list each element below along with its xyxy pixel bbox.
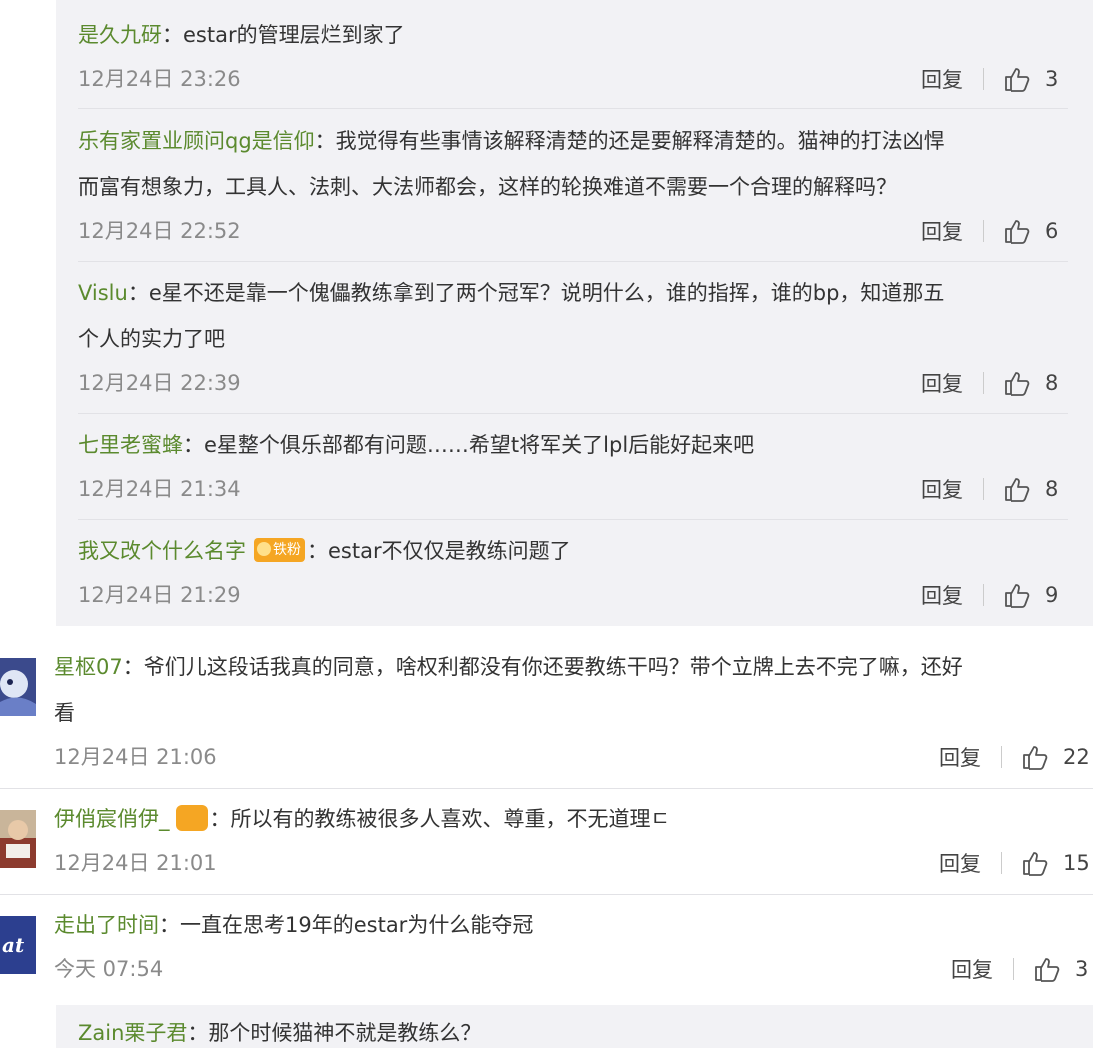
timestamp: 12月24日 22:52: [78, 219, 241, 243]
timestamp: 12月24日 23:26: [78, 67, 241, 91]
reply-button[interactable]: 回复: [921, 474, 963, 504]
like-count: 22: [1063, 745, 1090, 769]
comment-item: 星枢07：爷们儿这段话我真的同意，啥权利都没有你还要教练干吗？带个立牌上去不完了…: [54, 655, 963, 679]
comment-actions: 回复 3: [921, 65, 1058, 93]
timestamp: 12月24日 21:34: [78, 477, 241, 501]
like-count: 3: [1045, 67, 1059, 91]
reply-text: estar的管理层烂到家了: [183, 23, 405, 47]
divider: [983, 220, 984, 242]
reply-item: Vislu：e星不还是靠一个傀儡教练拿到了两个冠军？说明什么，谁的指挥，谁的bp…: [78, 281, 945, 305]
reply-text: e星整个俱乐部都有问题……希望t将军关了lpl后能好起来吧: [204, 433, 755, 457]
comment-actions: 回复 3: [951, 955, 1088, 983]
thumb-up-icon[interactable]: [1003, 217, 1031, 245]
avatar[interactable]: at: [0, 916, 36, 974]
divider: [1001, 852, 1002, 874]
timestamp: 12月24日 21:06: [54, 745, 217, 769]
comment-item: 伊俏宸俏伊_ ：所以有的教练被很多人喜欢、尊重，不无道理ㄷ: [54, 805, 670, 831]
timestamp: 今天 07:54: [54, 957, 164, 981]
comment-text: 一直在思考19年的estar为什么能夺冠: [180, 913, 534, 937]
reply-button[interactable]: 回复: [921, 368, 963, 398]
svg-text:at: at: [2, 933, 25, 957]
reply-item: 是久九砑：estar的管理层烂到家了: [78, 23, 405, 47]
reply-text-continued: 而富有想象力，工具人、法刺、大法师都会，这样的轮换难道不需要一个合理的解释吗？: [78, 175, 897, 199]
divider: [1001, 746, 1002, 768]
crown-icon: [257, 542, 271, 556]
divider: [983, 478, 984, 500]
reply-item: 乐有家置业顾问qg是信仰：我觉得有些事情该解释清楚的还是要解释清楚的。猫神的打法…: [78, 129, 945, 153]
thumb-up-icon[interactable]: [1021, 849, 1049, 877]
like-count: 3: [1075, 957, 1089, 981]
comment-actions: 回复 9: [921, 581, 1058, 609]
like-count: 9: [1045, 583, 1059, 607]
thumb-up-icon[interactable]: [1003, 581, 1031, 609]
username-link[interactable]: 星枢07: [54, 655, 123, 679]
thumb-up-icon[interactable]: [1033, 955, 1061, 983]
comment-actions: 回复 6: [921, 217, 1058, 245]
divider: [983, 584, 984, 606]
username-link[interactable]: 是久九砑: [78, 23, 162, 47]
thumb-up-icon[interactable]: [1003, 369, 1031, 397]
divider: [0, 894, 1093, 895]
reply-item: 七里老蜜蜂：e星整个俱乐部都有问题……希望t将军关了lpl后能好起来吧: [78, 433, 755, 457]
comment-text-continued: 看: [54, 701, 75, 725]
like-count: 15: [1063, 851, 1090, 875]
divider: [983, 68, 984, 90]
comment-actions: 回复 22: [939, 743, 1090, 771]
reply-button[interactable]: 回复: [939, 848, 981, 878]
reply-item: Zain栗子君：那个时候猫神不就是教练么？: [78, 1021, 482, 1045]
reply-text: e星不还是靠一个傀儡教练拿到了两个冠军？说明什么，谁的指挥，谁的bp，知道那五: [148, 281, 945, 305]
comment-item: 走出了时间：一直在思考19年的estar为什么能夺冠: [54, 913, 534, 937]
reply-button[interactable]: 回复: [921, 580, 963, 610]
thumb-up-icon[interactable]: [1021, 743, 1049, 771]
comment-actions: 回复 8: [921, 475, 1058, 503]
timestamp: 12月24日 22:39: [78, 371, 241, 395]
reply-button[interactable]: 回复: [939, 742, 981, 772]
username-link[interactable]: 乐有家置业顾问qg是信仰: [78, 129, 315, 153]
username-link[interactable]: 七里老蜜蜂: [78, 433, 183, 457]
thumb-up-icon[interactable]: [1003, 475, 1031, 503]
divider: [78, 519, 1068, 520]
like-count: 8: [1045, 477, 1059, 501]
username-link[interactable]: 我又改个什么名字: [78, 539, 246, 563]
comment-text: 所以有的教练被很多人喜欢、尊重，不无道理ㄷ: [230, 807, 670, 831]
divider: [78, 413, 1068, 414]
like-count: 6: [1045, 219, 1059, 243]
vip-badge-icon: [175, 805, 208, 831]
username-link[interactable]: 走出了时间: [54, 913, 159, 937]
reply-text: 那个时候猫神不就是教练么？: [208, 1021, 482, 1045]
timestamp: 12月24日 21:01: [54, 851, 217, 875]
divider: [983, 372, 984, 394]
timestamp: 12月24日 21:29: [78, 583, 241, 607]
reply-text: estar不仅仅是教练问题了: [328, 539, 571, 563]
thumb-up-icon[interactable]: [1003, 65, 1031, 93]
comment-text: 爷们儿这段话我真的同意，啥权利都没有你还要教练干吗？带个立牌上去不完了嘛，还好: [143, 655, 963, 679]
fan-badge: 铁粉: [254, 538, 305, 562]
avatar[interactable]: [0, 810, 36, 868]
username-link[interactable]: Zain栗子君: [78, 1021, 187, 1045]
reply-button[interactable]: 回复: [921, 216, 963, 246]
comment-actions: 回复 15: [939, 849, 1090, 877]
divider: [1013, 958, 1014, 980]
reply-button[interactable]: 回复: [921, 64, 963, 94]
divider: [78, 108, 1068, 109]
reply-button[interactable]: 回复: [951, 954, 993, 984]
username-link[interactable]: 伊俏宸俏伊_: [54, 807, 170, 831]
reply-item: 我又改个什么名字 铁粉 ：estar不仅仅是教练问题了: [78, 538, 571, 563]
avatar[interactable]: [0, 658, 36, 716]
like-count: 8: [1045, 371, 1059, 395]
username-link[interactable]: Vislu: [78, 281, 128, 305]
divider: [78, 261, 1068, 262]
reply-text: 我觉得有些事情该解释清楚的还是要解释清楚的。猫神的打法凶悍: [335, 129, 945, 153]
divider: [0, 788, 1093, 789]
reply-text-continued: 个人的实力了吧: [78, 327, 225, 351]
comment-actions: 回复 8: [921, 369, 1058, 397]
